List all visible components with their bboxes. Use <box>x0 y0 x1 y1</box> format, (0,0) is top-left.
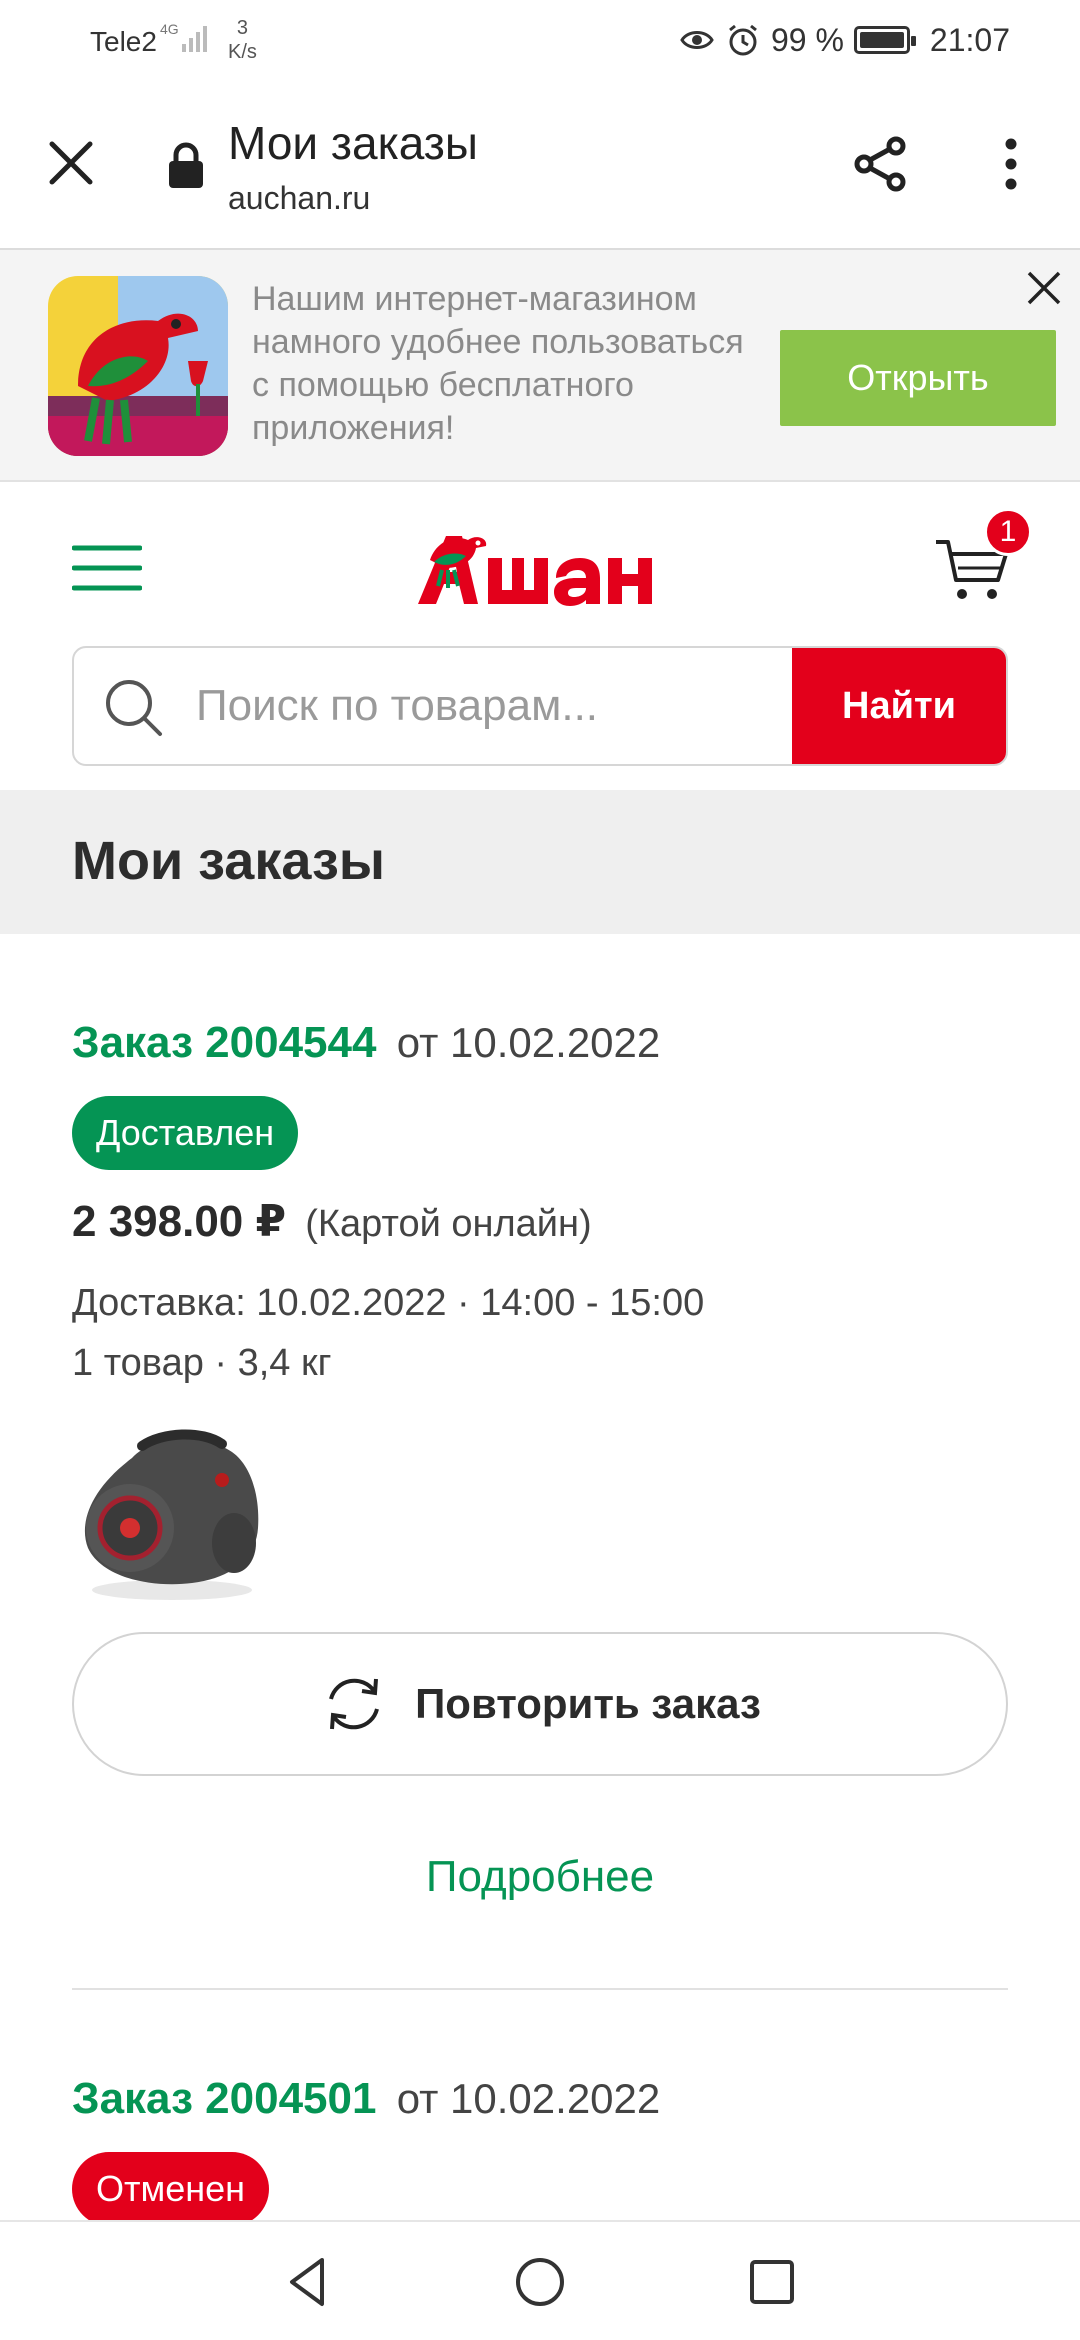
items-info: 1 товар · 3,4 кг <box>72 1342 332 1384</box>
recent-apps-icon[interactable] <box>742 2252 802 2312</box>
order-number-link[interactable]: Заказ 2004544 <box>72 1018 376 1067</box>
signal-icon <box>182 26 207 52</box>
close-tab-icon[interactable] <box>42 134 100 192</box>
cart-count-badge: 1 <box>984 508 1032 556</box>
clock: 21:07 <box>929 21 1010 58</box>
alarm-icon <box>729 24 757 56</box>
search-button[interactable]: Найти <box>792 648 1006 764</box>
browser-toolbar: Мои заказы auchan.ru <box>0 80 1080 250</box>
carrier-name: Tele2 <box>90 26 157 57</box>
share-icon[interactable] <box>848 132 912 196</box>
repeat-order-label: Повторить заказ <box>415 1680 761 1727</box>
refresh-icon <box>329 1678 380 1730</box>
home-icon[interactable] <box>510 2252 570 2312</box>
order-details-link[interactable]: Подробнее <box>0 1852 1080 1902</box>
search-bar: Найти <box>72 646 1008 766</box>
search-input[interactable] <box>196 648 856 764</box>
open-app-button[interactable]: Открыть <box>780 330 1056 426</box>
order-divider <box>72 1988 1008 1990</box>
close-icon[interactable] <box>1024 268 1064 308</box>
order-date: от 10.02.2022 <box>396 2075 661 2122</box>
network-type: 4G <box>160 21 179 37</box>
search-icon <box>106 680 162 736</box>
lock-icon <box>169 142 203 188</box>
status-badge: Отменен <box>72 2152 270 2226</box>
system-navigation-bar <box>0 2220 1080 2340</box>
payment-method: (Картой онлайн) <box>305 1203 592 1245</box>
order-date: от 10.02.2022 <box>396 1019 661 1066</box>
repeat-order-button[interactable]: Повторить заказ <box>72 1632 1008 1776</box>
product-thumbnail[interactable] <box>72 1418 272 1608</box>
speed-unit: K/s <box>228 41 257 63</box>
order-number-link[interactable]: Заказ 2004501 <box>72 2074 376 2123</box>
status-bar: Tele2 4G 3 K/s 99 % 21:07 <box>0 0 1080 80</box>
status-badge: Доставлен <box>72 1096 299 1170</box>
back-icon[interactable] <box>280 2252 340 2312</box>
app-banner-text: Нашим интернет-магазином намного удобнее… <box>252 280 744 447</box>
page-title: Мои заказы <box>72 831 386 891</box>
more-options-icon[interactable] <box>990 132 1032 196</box>
order-header: Заказ 2004544 от 10.02.2022 <box>72 1018 660 1068</box>
auchan-logo[interactable] <box>416 526 666 616</box>
eye-icon <box>680 31 714 49</box>
order-price: 2 398.00 ₽ <box>72 1197 287 1246</box>
order-header: Заказ 2004501 от 10.02.2022 <box>72 2074 660 2124</box>
hamburger-menu-icon[interactable] <box>72 542 142 594</box>
battery-icon <box>853 26 916 54</box>
app-install-banner: Нашим интернет-магазином намного удобнее… <box>0 250 1080 482</box>
battery-percent: 99 % <box>770 21 844 58</box>
speed-value: 3 <box>236 17 249 39</box>
app-logo-icon <box>48 276 228 456</box>
network-speed: 3 K/s <box>228 16 257 64</box>
order-price-line: 2 398.00 ₽ (Картой онлайн) <box>72 1196 592 1247</box>
delivery-info: Доставка: 10.02.2022 · 14:00 - 15:00 <box>72 1282 705 1324</box>
browser-page-title: Мои заказы <box>228 117 478 169</box>
browser-url[interactable]: auchan.ru <box>228 180 370 217</box>
page-title-section: Мои заказы <box>0 790 1080 934</box>
